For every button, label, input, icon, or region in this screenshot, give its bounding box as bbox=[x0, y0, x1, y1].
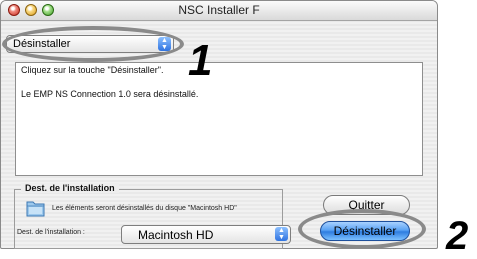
popup-arrows-icon: ▲ ▼ bbox=[275, 227, 288, 241]
message-line-2: Le EMP NS Connection 1.0 sera désinstall… bbox=[21, 89, 199, 99]
annotation-ring-1 bbox=[2, 26, 184, 62]
destination-disk-popup[interactable]: Macintosh HD ▲ ▼ bbox=[121, 225, 291, 244]
destination-group-label: Dest. de l'installation bbox=[21, 183, 119, 193]
step-number-1: 1 bbox=[188, 36, 213, 85]
title-bar[interactable]: NSC Installer F bbox=[1, 1, 437, 21]
message-box: Cliquez sur la touche "Désinstaller". Le… bbox=[15, 62, 423, 176]
destination-field-label: Dest. de l'installation : bbox=[17, 229, 85, 236]
destination-info: Les éléments seront désinstallés du disq… bbox=[52, 205, 237, 212]
folder-icon bbox=[26, 201, 45, 217]
destination-disk-value: Macintosh HD bbox=[138, 228, 214, 242]
message-line-1: Cliquez sur la touche "Désinstaller". bbox=[21, 65, 164, 75]
step-number-2: 2 bbox=[446, 214, 469, 258]
annotation-ring-2 bbox=[298, 209, 426, 249]
window-title: NSC Installer F bbox=[178, 3, 260, 17]
